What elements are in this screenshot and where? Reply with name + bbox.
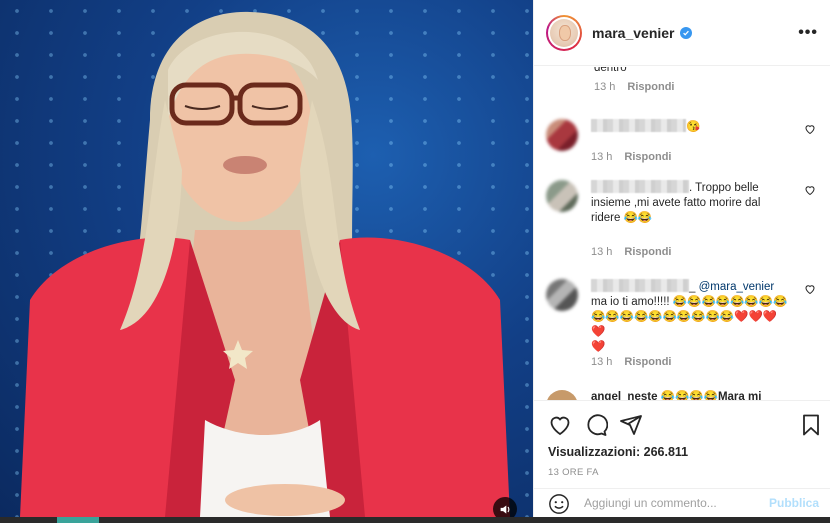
profile-avatar[interactable] [546, 14, 582, 51]
publish-button[interactable]: Pubblica [769, 496, 819, 510]
like-comment-heart-icon[interactable] [804, 184, 816, 196]
bookmark-icon[interactable] [799, 413, 823, 437]
comment-time: 13 h [591, 151, 613, 163]
post-header: mara_venier ••• [534, 0, 830, 66]
comment-meta: 13 h Rispondi [594, 81, 674, 93]
post-sidebar: mara_venier ••• dentro 13 h Rispondi 😘 13… [533, 0, 830, 517]
reply-button[interactable]: Rispondi [624, 356, 671, 368]
reply-button[interactable]: Rispondi [627, 81, 674, 93]
share-icon[interactable] [619, 413, 643, 437]
comment-time: 13 h [591, 356, 613, 368]
comment-input[interactable] [584, 493, 754, 513]
comment-item: _ @mara_venier ma io ti amo!!!!! 😂😂😂😂😂😂😂… [546, 279, 816, 379]
comment-text: dentro [594, 67, 627, 74]
comment-item: dentro 13 h Rispondi [546, 67, 816, 101]
reply-button[interactable]: Rispondi [624, 246, 671, 258]
comment-meta: 13 h Rispondi [591, 246, 671, 258]
post-time: 13 ORE FA [548, 467, 599, 478]
bottom-bar [0, 517, 830, 523]
mention-link[interactable]: @mara_venier [699, 281, 775, 293]
like-comment-heart-icon[interactable] [804, 123, 816, 135]
username-link[interactable]: mara_venier [592, 25, 675, 41]
comment-time: 13 h [594, 81, 616, 93]
comment-icon[interactable] [584, 413, 608, 437]
comment-time: 13 h [591, 246, 613, 258]
avatar-image [550, 18, 578, 47]
comment-meta: 13 h Rispondi [591, 356, 671, 368]
commenter-name-blurred [591, 279, 689, 292]
mute-button[interactable] [493, 497, 517, 517]
video-frame [20, 11, 510, 517]
comment-composer: Pubblica [534, 488, 830, 518]
commenter-avatar[interactable] [546, 279, 578, 311]
views-count: Visualizzazioni: 266.811 [548, 445, 689, 459]
comment-text: . Troppo belle insieme ,mi avete fatto m… [591, 180, 761, 224]
comment-item: 😘 13 h Rispondi [546, 119, 816, 169]
commenter-avatar[interactable] [546, 180, 578, 212]
comment-item: angel_neste 😂😂😂😂Mara mi [546, 390, 816, 400]
commenter-name-blurred [591, 180, 689, 193]
comments-list: dentro 13 h Rispondi 😘 13 h Rispondi . Tro… [534, 67, 830, 400]
post-actions: Visualizzazioni: 266.811 13 ORE FA Pubbl… [534, 400, 830, 517]
reply-button[interactable]: Rispondi [624, 151, 671, 163]
commenter-avatar[interactable] [546, 390, 578, 400]
emoji-icon[interactable] [548, 493, 570, 515]
comment-text: 😘 [591, 119, 791, 135]
commenter-name-blurred [591, 119, 686, 132]
video-player[interactable] [0, 0, 533, 517]
commenter-avatar[interactable] [546, 119, 578, 151]
mute-icon [500, 504, 509, 514]
like-comment-heart-icon[interactable] [804, 283, 816, 295]
comment-meta: 13 h Rispondi [591, 151, 671, 163]
comment-text: angel_neste 😂😂😂😂Mara mi [591, 391, 762, 400]
heart-icon[interactable] [548, 413, 572, 437]
comment-item: . Troppo belle insieme ,mi avete fatto m… [546, 180, 816, 260]
more-icon[interactable]: ••• [798, 24, 818, 42]
comment-text: _ @mara_venier ma io ti amo!!!!! 😂😂😂😂😂😂😂… [591, 279, 788, 353]
verified-icon [679, 26, 692, 39]
